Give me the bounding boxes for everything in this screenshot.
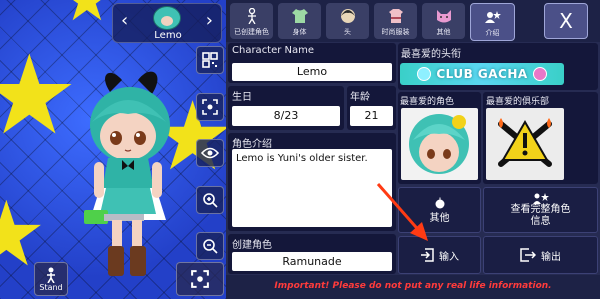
export-button-label: 输出	[541, 251, 561, 263]
import-button-label: 输入	[439, 251, 459, 263]
star-decoration: ★	[60, 0, 114, 35]
tab-other[interactable]: 其他	[422, 3, 465, 39]
tab-body[interactable]: 身体	[278, 3, 321, 39]
view-full-profile-label: 查看完整角色信息	[510, 204, 571, 227]
tab-profile[interactable]: 介绍	[470, 3, 515, 41]
age-field[interactable]: 21	[350, 106, 393, 126]
zoom-in-button[interactable]	[196, 185, 224, 214]
gem-icon	[532, 67, 547, 81]
birthday-label: 生日	[232, 92, 252, 103]
tab-bar: 已创建角色 身体 头 时尚服装 其他 介绍 X	[226, 0, 600, 42]
close-icon: X	[559, 9, 573, 33]
creator-field[interactable]: Ramunade	[232, 252, 392, 271]
person-icon	[247, 8, 256, 24]
character-name-label: Character Name	[232, 45, 315, 56]
zoom-out-button[interactable]	[196, 232, 224, 260]
character-name-section: Character Name Lemo	[228, 43, 396, 83]
head-icon	[340, 9, 355, 23]
qr-code-icon	[202, 52, 218, 68]
favorite-title-section: 最喜爱的头衔 CLUB GACHA	[398, 43, 598, 90]
creator-label: 创建角色	[232, 240, 272, 251]
tab-label: 介绍	[485, 29, 500, 37]
favorite-club-section: 最喜爱的俱乐部	[483, 92, 598, 184]
qr-code-button[interactable]	[196, 46, 224, 74]
intro-textarea[interactable]: Lemo is Yuni's older sister.	[232, 149, 392, 227]
stand-figure-icon	[47, 267, 55, 283]
character-name-field[interactable]: Lemo	[232, 63, 392, 81]
intro-label: 角色介绍	[232, 139, 272, 150]
character-portrait-image	[409, 114, 469, 174]
tab-label: 头	[344, 28, 351, 36]
favorite-character-label: 最喜爱的角色	[400, 97, 455, 107]
view-full-profile-button[interactable]: 查看完整角色信息	[483, 187, 598, 233]
profile-icon	[532, 193, 549, 204]
outfit-icon	[388, 9, 403, 23]
favorite-club-emblem[interactable]	[486, 108, 564, 180]
tab-label: 已创建角色	[234, 28, 269, 36]
tab-head[interactable]: 头	[326, 3, 369, 39]
favorite-title-banner[interactable]: CLUB GACHA	[400, 63, 564, 85]
tab-label: 其他	[436, 28, 451, 36]
tab-fashion-outfit[interactable]: 时尚服装	[374, 3, 417, 39]
gem-icon	[417, 67, 432, 81]
import-icon	[421, 248, 434, 262]
export-icon	[520, 248, 536, 262]
profile-icon	[484, 11, 501, 23]
star-decoration: ★	[0, 31, 79, 159]
stand-label: Stand	[39, 282, 63, 292]
warning-skull-icon	[498, 118, 552, 167]
favorite-title-label: 最喜爱的头衔	[401, 49, 461, 60]
privacy-warning: Important! Please do not put any real li…	[226, 275, 600, 299]
character-selector: ‹ › Lemo	[112, 3, 222, 43]
favorite-title-text: CLUB GACHA	[436, 67, 528, 81]
zoom-in-icon	[203, 192, 218, 208]
character-thumbnail	[153, 6, 181, 30]
toggle-visibility-button[interactable]	[196, 139, 224, 167]
zoom-out-icon	[203, 239, 218, 254]
export-button[interactable]: 输出	[483, 236, 598, 274]
focus-frame-icon	[191, 270, 209, 288]
character-name-label: Lemo	[154, 30, 182, 41]
scan-frame-icon	[202, 98, 218, 115]
profile-panel: 已创建角色 身体 头 时尚服装 其他 介绍 X Character Name L…	[226, 0, 600, 299]
cat-icon	[436, 10, 451, 23]
age-section: 年龄 21	[347, 86, 396, 130]
stage-toolbar	[196, 46, 224, 260]
next-character-button[interactable]: ›	[206, 10, 213, 31]
stand-pose-button[interactable]: Stand	[34, 262, 68, 296]
eye-icon	[201, 147, 219, 159]
favorite-club-label: 最喜爱的俱乐部	[486, 97, 550, 107]
age-label: 年龄	[350, 92, 370, 103]
screenshot-button[interactable]	[196, 92, 224, 121]
shirt-icon	[291, 9, 308, 23]
favorite-character-section: 最喜爱的角色	[398, 92, 481, 184]
birthday-field[interactable]: 8/23	[232, 106, 340, 126]
tab-label: 时尚服装	[381, 28, 410, 36]
character-stage[interactable]: ★ ★ ★ ★ ‹ › Lemo Stand	[0, 0, 226, 299]
favorite-character-portrait[interactable]	[401, 108, 478, 180]
camera-focus-button[interactable]	[176, 262, 224, 296]
tab-created-characters[interactable]: 已创建角色	[230, 3, 273, 39]
tab-label: 身体	[292, 28, 307, 36]
prev-character-button[interactable]: ‹	[121, 10, 128, 31]
close-button[interactable]: X	[544, 3, 588, 39]
annotation-arrow	[376, 183, 428, 241]
character-figure[interactable]	[70, 70, 190, 299]
birthday-section: 生日 8/23	[228, 86, 344, 130]
